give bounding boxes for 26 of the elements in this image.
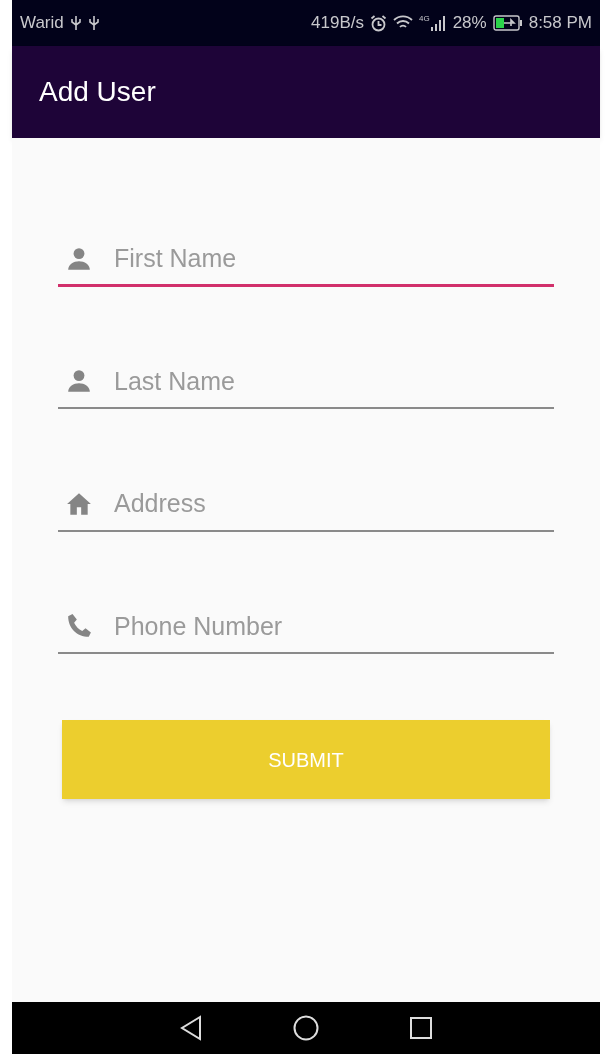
- alarm-icon: [370, 14, 387, 32]
- phone-icon: [66, 613, 92, 640]
- home-icon[interactable]: [293, 1015, 319, 1041]
- battery-icon: [492, 15, 523, 31]
- usb-icon: [87, 15, 100, 31]
- person-icon: [66, 368, 92, 395]
- clock-text: 8:58 PM: [528, 12, 592, 35]
- back-icon[interactable]: [179, 1015, 203, 1041]
- screen-title: Add User: [39, 75, 156, 109]
- input-field[interactable]: Address: [114, 485, 554, 523]
- usb-icon: [69, 15, 82, 31]
- text-field[interactable]: Last Name: [58, 362, 554, 409]
- carrier-text: Warid: [20, 12, 64, 35]
- recents-icon[interactable]: [409, 1016, 433, 1040]
- battery-percent-text: 28%: [452, 12, 487, 35]
- network-type-text: 4G: [419, 15, 430, 23]
- input-field[interactable]: Phone Number: [114, 607, 554, 645]
- input-field[interactable]: First Name: [114, 240, 554, 278]
- text-field[interactable]: First Name: [58, 240, 554, 287]
- input-field[interactable]: Last Name: [114, 362, 554, 400]
- signal-icon: [430, 15, 447, 31]
- person-icon: [66, 245, 92, 272]
- text-field[interactable]: Address: [58, 485, 554, 532]
- text-field[interactable]: Phone Number: [58, 607, 554, 654]
- network-speed-text: 419B/s: [311, 12, 364, 35]
- submit-button[interactable]: SUBMIT: [62, 720, 550, 799]
